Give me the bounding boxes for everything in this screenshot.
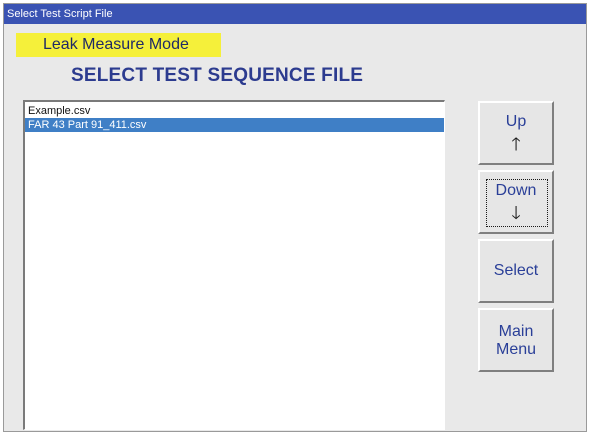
down-button[interactable]: Down 🡓: [478, 170, 554, 234]
up-button-label: Up: [505, 113, 527, 130]
up-button[interactable]: Up 🡑: [478, 101, 554, 165]
select-button[interactable]: Select: [478, 239, 554, 303]
file-list-item[interactable]: Example.csv: [25, 104, 444, 118]
main-menu-label-line2: Menu: [495, 341, 537, 358]
file-list[interactable]: Example.csv FAR 43 Part 91_411.csv: [23, 100, 445, 430]
page-title: SELECT TEST SEQUENCE FILE: [71, 65, 364, 86]
title-bar: Select Test Script File: [4, 4, 586, 24]
arrow-down-icon: 🡓: [511, 203, 521, 223]
arrow-up-icon: 🡑: [511, 134, 521, 154]
mode-label: Leak Measure Mode: [43, 36, 189, 53]
main-menu-label-line1: Main: [498, 323, 534, 340]
down-button-label: Down: [495, 182, 537, 199]
window-title: Select Test Script File: [7, 8, 113, 20]
mode-badge: Leak Measure Mode: [16, 33, 221, 57]
select-button-label: Select: [493, 262, 539, 279]
main-menu-button[interactable]: Main Menu: [478, 308, 554, 372]
select-test-script-window: Select Test Script File Leak Measure Mod…: [3, 3, 587, 432]
file-list-item-selected[interactable]: FAR 43 Part 91_411.csv: [25, 118, 444, 132]
